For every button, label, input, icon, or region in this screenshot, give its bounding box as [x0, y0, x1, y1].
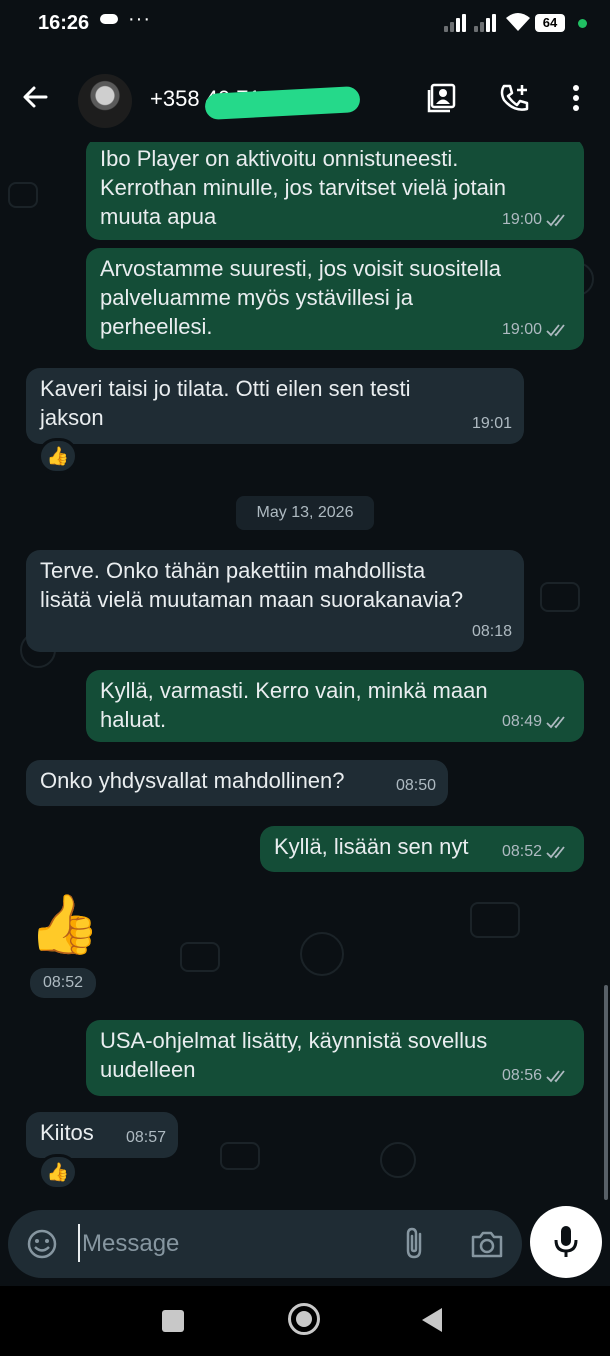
add-call-icon[interactable]: [498, 82, 530, 114]
double-tick-icon: [546, 1069, 565, 1082]
message-text: Onko yhdysvallat mahdollinen?: [40, 768, 345, 793]
wallpaper-doodle: [8, 182, 38, 208]
text-caret: [78, 1224, 80, 1262]
message-meta: 19:01: [472, 409, 512, 438]
message-text: USA-ohjelmat lisätty, käynnistä sovellus…: [100, 1028, 488, 1082]
message-time: 08:56: [501, 1067, 542, 1084]
outgoing-message[interactable]: Kyllä, lisään sen nyt 08:52: [260, 826, 584, 872]
system-back-button[interactable]: [422, 1308, 442, 1332]
message-time: 08:50: [395, 777, 436, 794]
message-time: 19:00: [501, 321, 542, 338]
more-vert-icon[interactable]: [562, 82, 594, 114]
message-input[interactable]: Message: [82, 1230, 179, 1258]
message-time: 19:00: [501, 211, 542, 228]
message-text: Kyllä, varmasti. Kerro vain, minkä maan …: [100, 678, 488, 732]
status-time: 16:26: [38, 12, 90, 34]
signal-icon-2: [474, 14, 496, 32]
battery-icon: 64: [535, 14, 565, 32]
incoming-message[interactable]: Kiitos 08:57: [26, 1112, 178, 1158]
outgoing-message[interactable]: Arvostamme suuresti, jos voisit suositel…: [86, 248, 584, 350]
chat-header: +358 40 71: [0, 50, 610, 142]
message-time: 08:18: [471, 623, 512, 640]
message-text: Arvostamme suuresti, jos voisit suositel…: [100, 256, 502, 339]
outgoing-message[interactable]: USA-ohjelmat lisätty, käynnistä sovellus…: [86, 1020, 584, 1096]
message-time: 08:57: [125, 1129, 166, 1146]
incoming-message[interactable]: Kaveri taisi jo tilata. Otti eilen sen t…: [26, 368, 524, 444]
status-bar: 16:26 ··· 64: [0, 0, 610, 50]
double-tick-icon: [546, 845, 565, 858]
message-time: 08:52: [501, 843, 542, 860]
message-meta: 19:00: [502, 315, 572, 344]
wifi-icon: [506, 13, 530, 31]
message-time: 08:52: [30, 968, 96, 998]
double-tick-icon: [546, 715, 565, 728]
back-arrow-icon[interactable]: [20, 82, 50, 112]
message-composer[interactable]: Message: [8, 1210, 522, 1278]
date-separator: May 13, 2026: [236, 496, 374, 530]
incoming-message[interactable]: Terve. Onko tähän pakettiin mahdollista …: [26, 550, 524, 652]
home-button[interactable]: [288, 1303, 320, 1335]
wallpaper-doodle: [180, 942, 220, 972]
recents-button[interactable]: [162, 1310, 184, 1332]
voice-record-button[interactable]: [530, 1206, 602, 1278]
outgoing-message[interactable]: Kyllä, varmasti. Kerro vain, minkä maan …: [86, 670, 584, 742]
contact-card-icon[interactable]: [426, 82, 458, 114]
message-meta: 19:00: [502, 205, 572, 234]
message-reaction[interactable]: 👍: [38, 438, 78, 474]
system-navigation-bar: [0, 1286, 610, 1356]
message-text: Ibo Player on aktivoitu onnistuneesti. K…: [100, 146, 506, 229]
message-meta: 08:18: [472, 617, 512, 646]
attach-icon[interactable]: [400, 1226, 430, 1260]
emoji-icon[interactable]: [26, 1228, 58, 1260]
contact-avatar[interactable]: [78, 74, 132, 128]
double-tick-icon: [546, 323, 565, 336]
message-meta: 08:50: [396, 771, 436, 800]
signal-icon-1: [444, 14, 466, 32]
message-text: Kaveri taisi jo tilata. Otti eilen sen t…: [40, 376, 411, 430]
cloud-icon: [100, 14, 118, 24]
message-meta: 08:49: [502, 707, 572, 736]
wallpaper-doodle: [300, 932, 344, 976]
wallpaper-doodle: [220, 1142, 260, 1170]
chat-messages-area[interactable]: Ibo Player on aktivoitu onnistuneesti. K…: [0, 142, 610, 1202]
double-tick-icon: [546, 213, 565, 226]
message-time: 08:49: [501, 713, 542, 730]
wallpaper-doodle: [540, 582, 580, 612]
message-reaction[interactable]: 👍: [38, 1154, 78, 1190]
message-meta: 08:57: [126, 1123, 166, 1152]
message-meta: 08:52: [502, 837, 572, 866]
wallpaper-doodle: [470, 902, 520, 938]
camera-icon[interactable]: [470, 1228, 504, 1260]
privacy-indicator-dot: [578, 19, 587, 28]
message-time: 19:01: [471, 415, 512, 432]
incoming-message[interactable]: Onko yhdysvallat mahdollinen? 08:50: [26, 760, 448, 806]
mic-icon: [554, 1226, 578, 1257]
outgoing-message[interactable]: Ibo Player on aktivoitu onnistuneesti. K…: [86, 142, 584, 240]
wallpaper-doodle: [380, 1142, 416, 1178]
notification-more-icon: ···: [128, 8, 151, 30]
scrollbar[interactable]: [604, 985, 608, 1200]
message-meta: 08:56: [502, 1061, 572, 1090]
message-text: Terve. Onko tähän pakettiin mahdollista …: [40, 558, 464, 612]
thumbs-up-sticker[interactable]: 👍: [28, 894, 100, 956]
